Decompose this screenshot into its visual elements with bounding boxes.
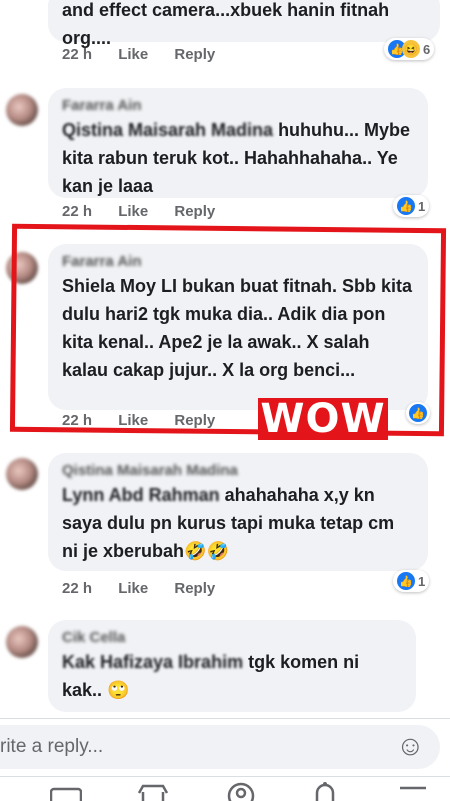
like-link[interactable]: Like — [118, 46, 148, 63]
comment-text: Lynn Abd Rahman ahahahaha x,y kn saya du… — [62, 481, 414, 565]
comment-time: 22 h — [62, 580, 93, 597]
commenter-name[interactable]: Fararra Ain — [62, 96, 414, 116]
commenter-name[interactable]: Qistina Maisarah Madina — [62, 461, 414, 481]
comment-bubble: Fararra Ain Qistina Maisarah Madina huhu… — [48, 88, 428, 198]
commenter-name[interactable]: Cik Cella — [62, 628, 402, 648]
profile-icon[interactable] — [226, 781, 256, 801]
menu-icon[interactable] — [398, 785, 428, 801]
bottom-nav — [0, 776, 450, 801]
watch-icon[interactable] — [50, 785, 82, 801]
mention-tag[interactable]: Lynn Abd Rahman — [62, 485, 220, 505]
haha-icon: 😆 — [402, 40, 420, 58]
comment-text: and effect camera...xbuek hanin fitnah o… — [62, 0, 390, 48]
reaction-summary[interactable]: 👍 😆 6 — [384, 38, 435, 60]
comment-time: 22 h — [62, 203, 93, 220]
mention-tag[interactable]: Qistina Maisarah Madina — [62, 120, 273, 140]
reaction-count: 1 — [418, 573, 426, 589]
avatar[interactable] — [6, 94, 38, 126]
like-link[interactable]: Like — [118, 203, 148, 220]
emoji-icon[interactable]: ☺ — [396, 730, 425, 762]
reply-bar: rite a reply... ☺ — [0, 718, 450, 775]
mention-tag[interactable]: Kak Hafizaya Ibrahim — [62, 652, 243, 672]
notifications-icon[interactable] — [312, 781, 338, 801]
comment-text: Kak Hafizaya Ibrahim tgk komen ni kak.. … — [62, 648, 402, 704]
reply-link[interactable]: Reply — [174, 203, 215, 220]
reaction-count: 1 — [418, 198, 426, 214]
reply-link[interactable]: Reply — [174, 580, 215, 597]
comment-text: Qistina Maisarah Madina huhuhu... Mybe k… — [62, 116, 414, 200]
comment-bubble: and effect camera...xbuek hanin fitnah o… — [48, 0, 440, 48]
avatar[interactable] — [6, 458, 38, 490]
comment-meta: 22 h Like Reply — [62, 203, 237, 220]
reaction-count: 6 — [423, 41, 431, 57]
marketplace-icon[interactable] — [137, 783, 169, 801]
comment-meta: 22 h Like Reply — [62, 46, 237, 63]
avatar[interactable] — [6, 626, 38, 658]
comment-meta: 22 h Like Reply — [62, 580, 237, 597]
comment-bubble: Qistina Maisarah Madina Lynn Abd Rahman … — [48, 453, 428, 571]
reply-link[interactable]: Reply — [174, 46, 215, 63]
like-link[interactable]: Like — [118, 580, 148, 597]
reaction-summary[interactable]: 👍 1 — [393, 570, 430, 592]
reply-placeholder: rite a reply... — [0, 736, 104, 757]
reply-input[interactable]: rite a reply... ☺ — [0, 725, 440, 769]
thumbs-up-icon: 👍 — [397, 572, 415, 590]
comment-bubble: Cik Cella Kak Hafizaya Ibrahim tgk komen… — [48, 620, 416, 712]
reaction-summary[interactable]: 👍 1 — [393, 195, 430, 217]
wow-label: WOW — [260, 396, 386, 442]
comment-time: 22 h — [62, 46, 93, 63]
wow-sticker: WOW — [258, 398, 388, 440]
thumbs-up-icon: 👍 — [397, 197, 415, 215]
